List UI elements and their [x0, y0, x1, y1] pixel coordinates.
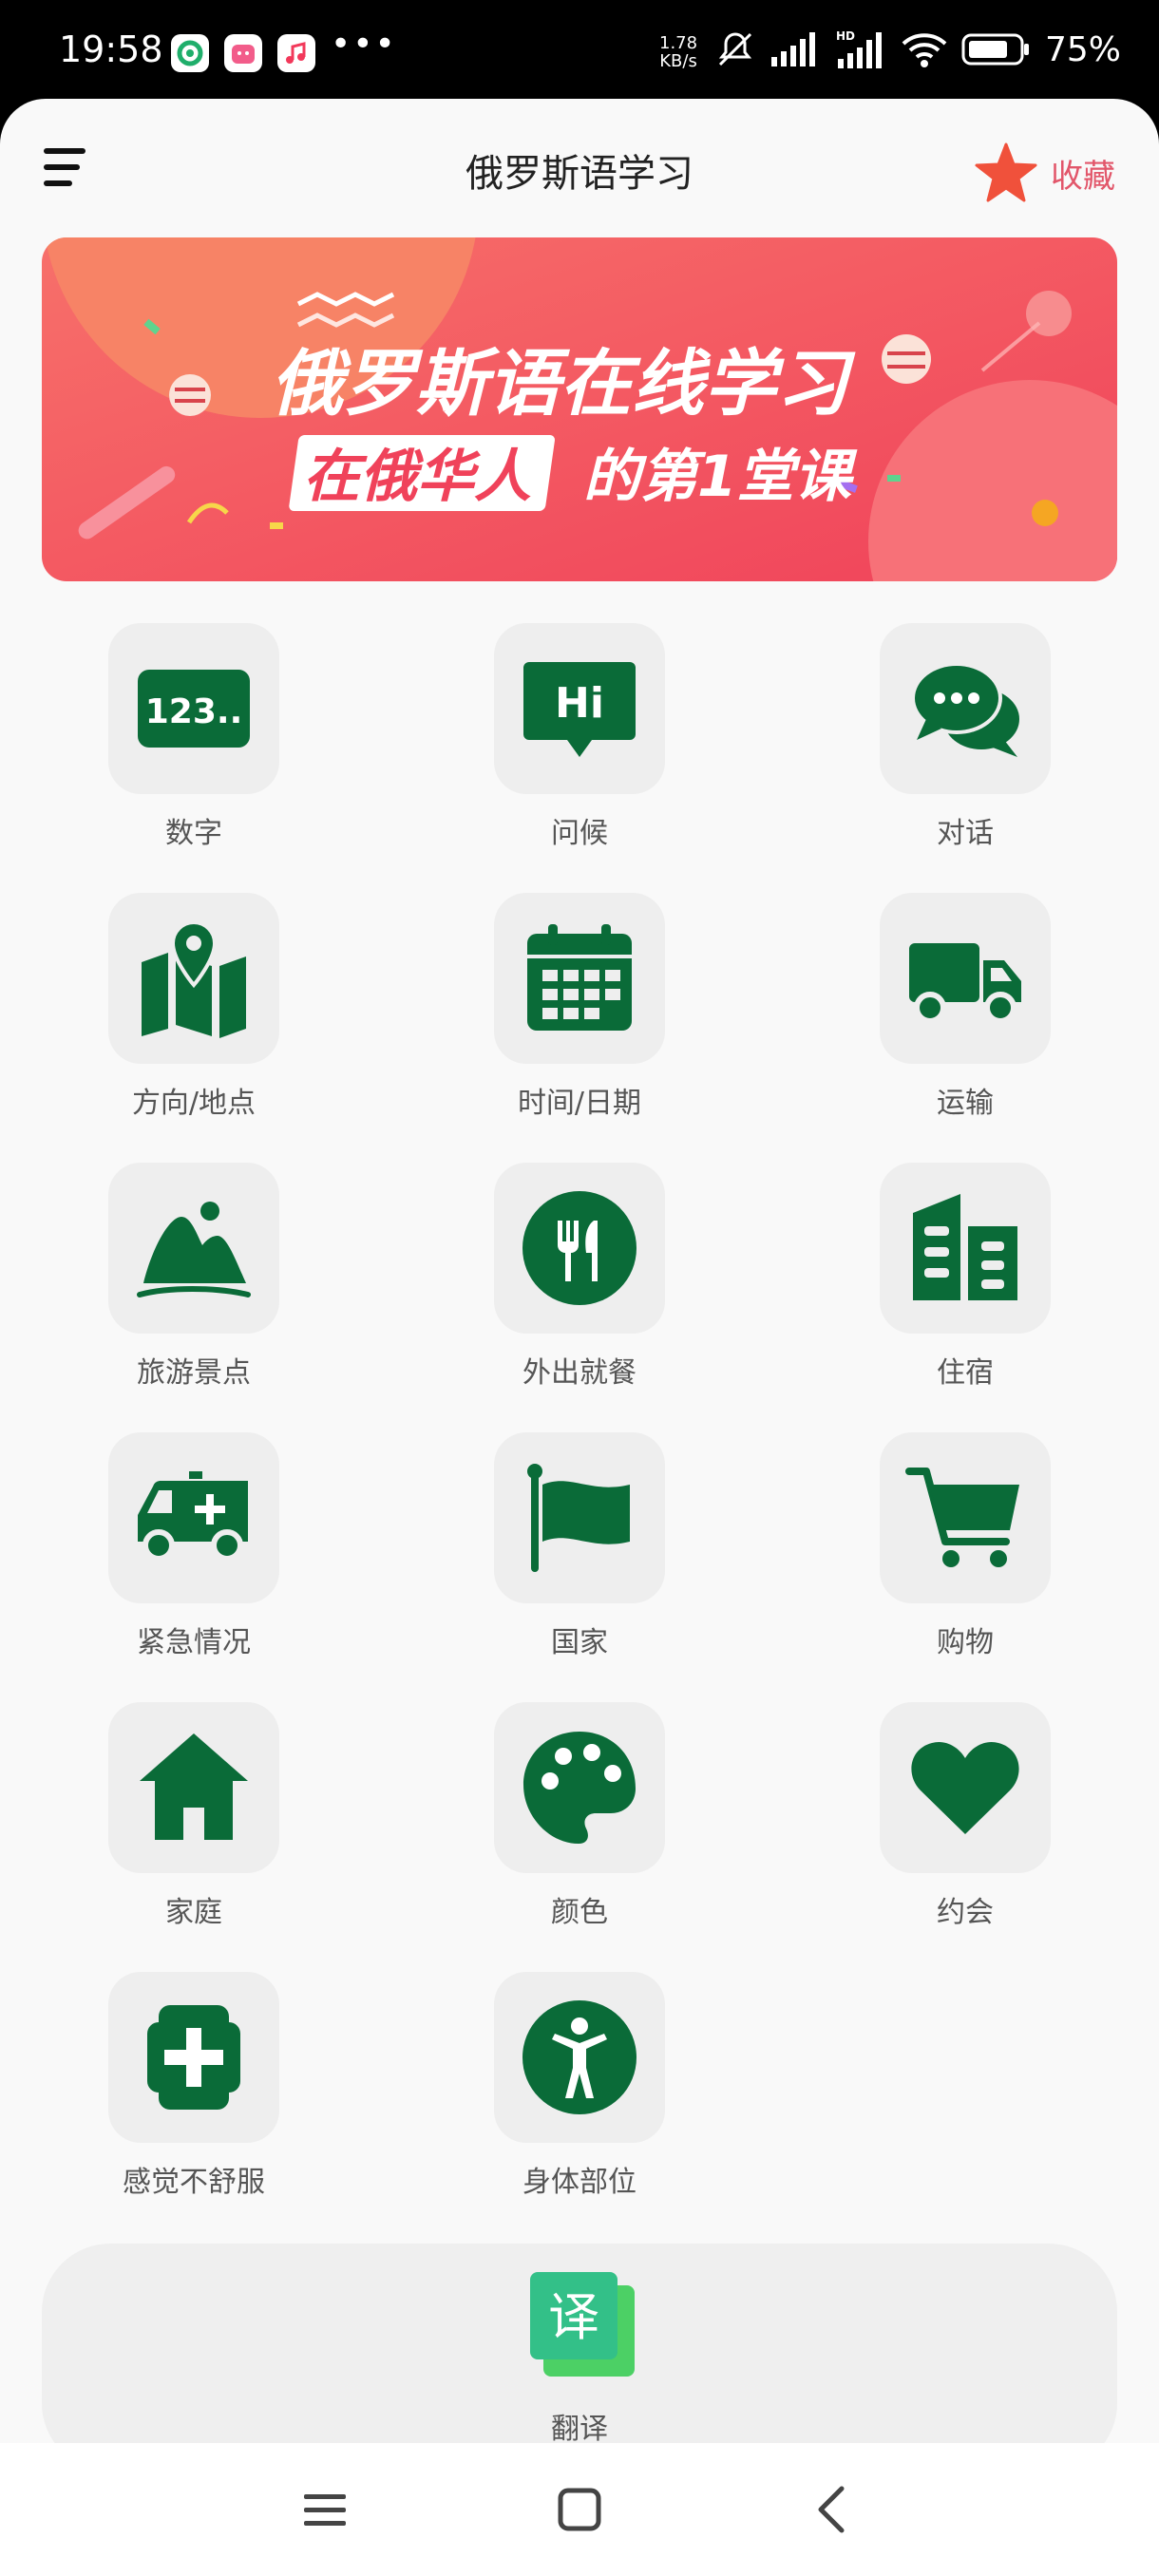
category-label: 住宿 [937, 1356, 994, 1390]
recent-apps-icon[interactable] [296, 2481, 353, 2538]
category-body[interactable]: 身体部位 [437, 1972, 722, 2200]
category-greetings[interactable]: Hi 问候 [437, 623, 722, 851]
category-label: 旅游景点 [137, 1356, 251, 1390]
music-app-icon [277, 34, 315, 72]
svg-text:译: 译 [548, 2287, 599, 2347]
category-label: 问候 [551, 817, 608, 850]
status-bar: 19:58 ••• 1.78 KB/s HD 75% [0, 0, 1159, 103]
ambulance-icon [138, 1471, 248, 1562]
category-label: 感觉不舒服 [123, 2166, 265, 2199]
category-label: 数字 [165, 817, 222, 850]
more-notifications-icon: ••• [331, 25, 397, 64]
svg-text:123..: 123.. [145, 692, 243, 731]
numbers-icon: 123.. [138, 670, 250, 748]
category-label: 国家 [551, 1626, 608, 1659]
signal-hd-icon: HD [836, 29, 882, 68]
signal-icon [770, 32, 815, 66]
category-label: 购物 [937, 1626, 994, 1659]
fork-knife-icon [522, 1191, 636, 1305]
category-label: 运输 [937, 1087, 994, 1120]
house-icon [140, 1733, 248, 1840]
banner-subline-box: 在俄华人 [303, 444, 531, 510]
status-right-icons: HD 75% [714, 28, 1121, 70]
mute-alarm-icon [718, 32, 752, 66]
translate-icon[interactable]: 译 [526, 2268, 638, 2380]
system-nav-bar [0, 2443, 1159, 2576]
banner-subline-rest: 的第1堂课 [583, 444, 858, 510]
category-emergency[interactable]: 紧急情况 [51, 1432, 336, 1660]
status-time: 19:58 [59, 28, 163, 70]
wifi-icon [902, 33, 947, 67]
flag-icon [527, 1464, 630, 1572]
category-label: 外出就餐 [522, 1356, 636, 1390]
svg-text:HD: HD [836, 29, 855, 43]
category-lodging[interactable]: 住宿 [823, 1163, 1108, 1391]
favorites-label: 收藏 [1051, 157, 1115, 196]
favorites-button[interactable]: 收藏 [975, 142, 1115, 203]
medical-cross-icon [147, 2005, 240, 2110]
map-pin-icon [142, 919, 246, 1038]
category-numbers[interactable]: 123.. 数字 [51, 623, 336, 851]
person-icon [522, 2000, 636, 2114]
home-icon[interactable] [551, 2481, 608, 2538]
hi-bubble-icon: Hi [523, 662, 636, 757]
category-country[interactable]: 国家 [437, 1432, 722, 1660]
category-label: 紧急情况 [137, 1626, 251, 1659]
mountain-icon [137, 1202, 251, 1297]
category-directions[interactable]: 方向/地点 [51, 893, 336, 1121]
star-icon [975, 142, 1037, 202]
translate-label: 翻译 [551, 2413, 608, 2446]
cat-app-icon [224, 34, 262, 72]
category-label: 对话 [937, 817, 994, 850]
battery-icon [961, 33, 1029, 66]
category-label: 颜色 [551, 1896, 608, 1929]
heart-icon [911, 1741, 1019, 1834]
svg-text:Hi: Hi [555, 679, 604, 728]
category-dating[interactable]: 约会 [823, 1702, 1108, 1930]
promo-banner[interactable]: 俄罗斯语在线学习 在俄华人 的第1堂课 [42, 237, 1117, 581]
app-notification-icon [171, 34, 209, 72]
truck-icon [909, 943, 1021, 1024]
category-shopping[interactable]: 购物 [823, 1432, 1108, 1660]
calendar-icon [527, 924, 632, 1031]
category-color[interactable]: 颜色 [437, 1702, 722, 1930]
category-label: 身体部位 [522, 2166, 636, 2199]
category-transport[interactable]: 运输 [823, 893, 1108, 1121]
shopping-cart-icon [905, 1468, 1019, 1567]
category-datetime[interactable]: 时间/日期 [437, 893, 722, 1121]
back-icon[interactable] [804, 2481, 861, 2538]
building-icon [913, 1194, 1017, 1300]
category-unwell[interactable]: 感觉不舒服 [51, 1972, 336, 2200]
category-label: 时间/日期 [517, 1087, 642, 1120]
category-label: 约会 [937, 1896, 994, 1929]
category-family[interactable]: 家庭 [51, 1702, 336, 1930]
category-dining[interactable]: 外出就餐 [437, 1163, 722, 1391]
category-label: 方向/地点 [131, 1087, 256, 1120]
banner-headline: 俄罗斯语在线学习 [271, 341, 856, 426]
chat-bubbles-icon [911, 662, 1019, 757]
category-label: 家庭 [165, 1896, 222, 1929]
battery-percent: 75% [1044, 29, 1121, 69]
palette-icon [523, 1732, 636, 1844]
category-dialogue[interactable]: 对话 [823, 623, 1108, 851]
category-sightseeing[interactable]: 旅游景点 [51, 1163, 336, 1391]
network-speed: 1.78 KB/s [659, 33, 698, 71]
